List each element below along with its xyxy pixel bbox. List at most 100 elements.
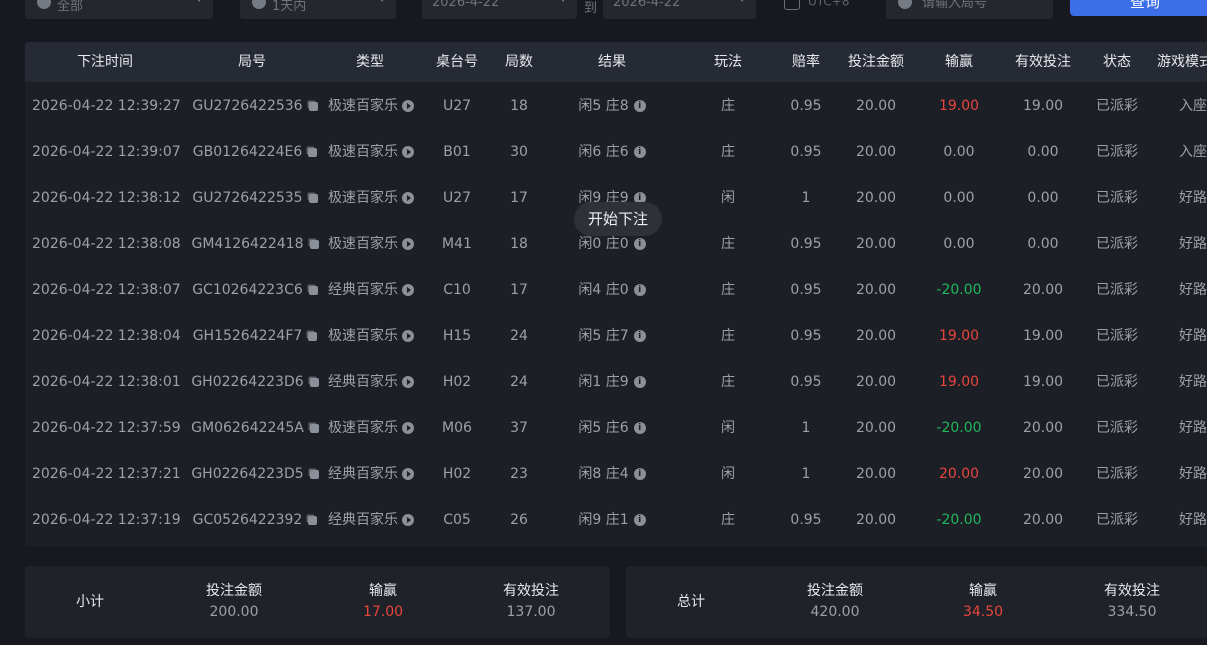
game-type-select[interactable]: 全部 ▼ [25, 0, 213, 19]
cell-game-type-text: 极速百家乐 [328, 236, 398, 252]
cell-bet-type: 庄 [698, 313, 758, 359]
cell-game-mode: 入座 [1153, 129, 1207, 175]
cell-table-no: H02 [422, 451, 492, 497]
cell-game-type: 极速百家乐 [328, 83, 428, 129]
cell-amount-text: 20.00 [855, 144, 897, 160]
cell-game-type: 极速百家乐 [328, 129, 428, 175]
cell-amount: 20.00 [836, 359, 916, 405]
copy-icon[interactable] [308, 285, 318, 295]
cell-shoe: 30 [494, 129, 544, 175]
chevron-down-icon: ▼ [559, 0, 567, 4]
cell-status-text: 已派彩 [1096, 144, 1138, 160]
cell-game-type-text: 极速百家乐 [328, 328, 398, 344]
replay-video-icon[interactable] [402, 284, 414, 296]
header-bet-type: 玩法 [714, 54, 742, 70]
cell-odds: 0.95 [776, 267, 836, 313]
subtotal-panel: 小计 投注金额 200.00 输赢 17.00 有效投注 137.00 [25, 566, 610, 638]
cell-bet-time: 2026-04-22 12:37:21 [32, 451, 192, 497]
cell-bet-type-text: 庄 [721, 282, 735, 298]
cell-shoe-text: 37 [510, 420, 528, 436]
replay-video-icon[interactable] [402, 100, 414, 112]
cell-bet-type-text: 庄 [721, 328, 735, 344]
cell-amount-text: 20.00 [855, 374, 897, 390]
cell-table-no: U27 [422, 175, 492, 221]
cell-shoe-text: 23 [510, 466, 528, 482]
query-button[interactable]: 查询 [1070, 0, 1207, 16]
info-icon[interactable]: i [633, 330, 646, 342]
cell-round: GH02264223D6 [185, 359, 325, 405]
cell-odds-text: 0.95 [790, 236, 822, 252]
header-status: 状态 [1103, 54, 1131, 70]
cell-status: 已派彩 [1087, 313, 1147, 359]
cell-odds-text: 1 [801, 466, 811, 482]
cell-shoe: 24 [494, 313, 544, 359]
cell-amount-text: 20.00 [855, 466, 897, 482]
cell-status-text: 已派彩 [1096, 374, 1138, 390]
replay-video-icon[interactable] [402, 514, 414, 526]
info-icon[interactable]: i [633, 100, 646, 112]
date-to-label: 到 [584, 1, 598, 16]
info-icon[interactable]: i [633, 284, 646, 296]
cell-odds: 0.95 [776, 497, 836, 543]
copy-icon[interactable] [308, 193, 318, 203]
cell-table-no-text: H15 [442, 328, 472, 344]
replay-video-icon[interactable] [402, 192, 414, 204]
copy-icon[interactable] [309, 377, 319, 387]
cell-amount: 20.00 [836, 405, 916, 451]
cell-table-no: M06 [422, 405, 492, 451]
cell-shoe-text: 24 [510, 374, 528, 390]
cell-status-text: 已派彩 [1096, 190, 1138, 206]
cell-game-mode-text: 好路 [1179, 420, 1207, 436]
time-range-select[interactable]: 1天内 ▼ [240, 0, 396, 19]
replay-video-icon[interactable] [402, 422, 414, 434]
copy-icon[interactable] [309, 239, 319, 249]
info-icon[interactable]: i [633, 146, 646, 158]
cell-winloss-text: -20.00 [936, 420, 982, 436]
info-icon[interactable]: i [633, 376, 646, 388]
copy-icon[interactable] [308, 147, 318, 157]
cell-game-mode-text: 好路 [1179, 374, 1207, 390]
cell-winloss: 0.00 [924, 175, 994, 221]
subtotal-valid-value: 137.00 [506, 604, 556, 620]
cell-shoe: 26 [494, 497, 544, 543]
cell-table-no-text: H02 [442, 466, 472, 482]
cell-table-no-text: B01 [443, 144, 471, 160]
cell-shoe-text: 30 [510, 144, 528, 160]
cell-odds: 0.95 [776, 129, 836, 175]
round-search-input[interactable] [920, 0, 1044, 15]
cell-bet-type-text: 庄 [721, 374, 735, 390]
total-winloss: 输赢 34.50 [913, 581, 1053, 623]
cell-game-type: 经典百家乐 [328, 359, 428, 405]
info-icon[interactable]: i [633, 238, 646, 250]
cell-winloss: 19.00 [924, 313, 994, 359]
copy-icon[interactable] [309, 423, 319, 433]
replay-video-icon[interactable] [402, 330, 414, 342]
cell-table-no-text: C10 [443, 282, 471, 298]
replay-video-icon[interactable] [402, 238, 414, 250]
copy-icon[interactable] [309, 469, 319, 479]
date-to-picker[interactable]: 2026-4-22 ▼ [603, 0, 756, 19]
info-icon[interactable]: i [633, 422, 646, 434]
cell-bet-type-text: 闲 [721, 420, 735, 436]
copy-icon[interactable] [308, 101, 318, 111]
replay-video-icon[interactable] [402, 468, 414, 480]
cell-game-mode: 好路 [1153, 313, 1207, 359]
cell-round-text: GC10264223C6 [192, 282, 303, 298]
copy-icon[interactable] [308, 515, 318, 525]
replay-video-icon[interactable] [402, 376, 414, 388]
copy-icon[interactable] [308, 331, 318, 341]
info-icon[interactable]: i [633, 468, 646, 480]
cell-bet-time-text: 2026-04-22 12:38:12 [32, 190, 181, 206]
cell-table-no: M41 [422, 221, 492, 267]
info-icon[interactable]: i [633, 514, 646, 526]
cell-result: 闲4 庄0 i [562, 267, 662, 313]
cell-bet-time-text: 2026-04-22 12:37:59 [32, 420, 181, 436]
cell-bet-type: 庄 [698, 83, 758, 129]
table-row: 2026-04-22 12:38:04 GH15264224F7 极速百家乐 H15 2… [25, 313, 1207, 359]
cell-winloss: 20.00 [924, 451, 994, 497]
cell-shoe: 18 [494, 83, 544, 129]
replay-video-icon[interactable] [402, 146, 414, 158]
round-search-field[interactable] [886, 0, 1053, 19]
date-from-picker[interactable]: 2026-4-22 ▼ [422, 0, 577, 19]
cell-valid-bet-text: 0.00 [1027, 144, 1059, 160]
